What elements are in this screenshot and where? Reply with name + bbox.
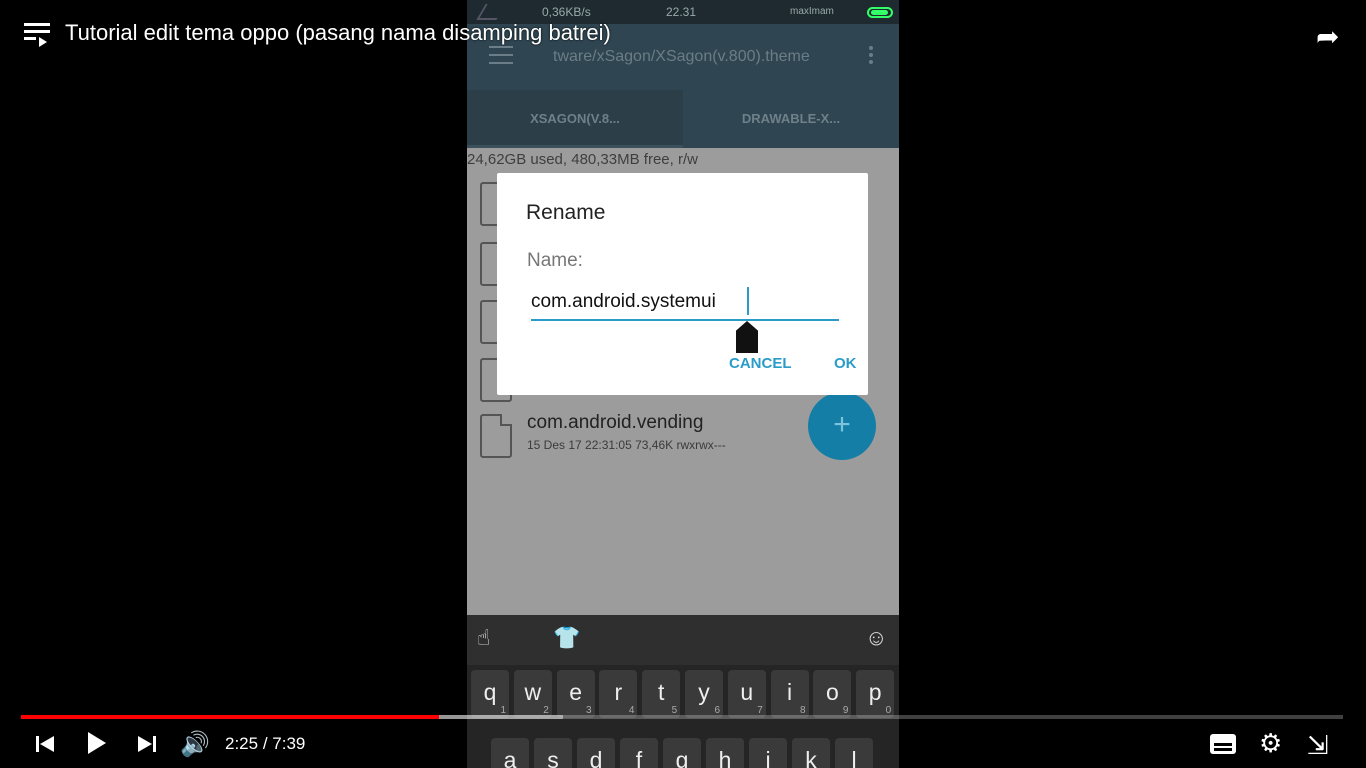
- dialog-title: Rename: [526, 201, 606, 224]
- share-icon[interactable]: ➦: [1316, 20, 1339, 53]
- key-label: p: [868, 679, 882, 705]
- menu-icon[interactable]: [489, 46, 513, 64]
- key-u[interactable]: u7: [727, 670, 766, 718]
- storage-info: 24,62GB used, 480,33MB free, r/w: [467, 151, 698, 168]
- tab-bar: XSAGON(V.8... DRAWABLE-X...: [467, 90, 899, 148]
- key-label: t: [657, 679, 665, 705]
- key-p[interactable]: p0: [856, 670, 895, 718]
- key-label: u: [740, 679, 754, 705]
- signal-icon: [476, 4, 506, 20]
- progress-bar[interactable]: [21, 715, 1343, 719]
- progress-played: [21, 715, 439, 719]
- path-title: tware/xSagon/XSagon(v.800).theme: [553, 48, 810, 65]
- key-label: r: [614, 679, 623, 705]
- tshirt-icon[interactable]: 👕: [553, 625, 580, 651]
- network-speed: 0,36KB/s: [542, 5, 591, 19]
- name-label: Name:: [527, 250, 583, 271]
- add-fab-button[interactable]: +: [808, 392, 876, 460]
- key-label: y: [698, 679, 710, 705]
- tab-xsagon[interactable]: XSAGON(V.8...: [467, 90, 683, 148]
- key-i[interactable]: i8: [770, 670, 809, 718]
- keyboard-toolbar: ☝ 👕 ☺: [467, 615, 899, 665]
- touchpal-logo-icon[interactable]: ☝: [477, 625, 490, 651]
- player-controls: 🔊 2:25 / 7:39 ⚙ ⇲: [0, 724, 1366, 768]
- file-icon: [480, 414, 512, 458]
- carrier-name: maxImam: [790, 6, 834, 17]
- battery-icon: [867, 7, 893, 18]
- more-vert-icon[interactable]: [869, 46, 875, 66]
- key-w[interactable]: w2: [513, 670, 552, 718]
- tab-indicator: [467, 145, 683, 148]
- gear-icon[interactable]: ⚙: [1259, 728, 1282, 759]
- exit-fullscreen-icon[interactable]: ⇲: [1307, 730, 1329, 761]
- emoji-icon[interactable]: ☺: [865, 625, 887, 651]
- key-t[interactable]: t5: [642, 670, 681, 718]
- cursor-handle[interactable]: [736, 321, 758, 353]
- key-e[interactable]: e3: [556, 670, 595, 718]
- skip-previous-icon[interactable]: [36, 734, 56, 754]
- key-label: e: [569, 679, 582, 705]
- volume-icon[interactable]: 🔊: [180, 730, 210, 759]
- key-label: q: [483, 679, 497, 705]
- name-input[interactable]: [531, 285, 839, 321]
- key-o[interactable]: o9: [813, 670, 852, 718]
- ok-button[interactable]: OK: [834, 355, 857, 372]
- key-q[interactable]: q1: [471, 670, 509, 718]
- time-current: 2:25: [225, 734, 259, 753]
- key-y[interactable]: y6: [685, 670, 723, 718]
- rename-dialog: Rename Name: CANCEL OK: [497, 173, 868, 395]
- time-display: 2:25 / 7:39: [225, 734, 306, 753]
- skip-next-icon[interactable]: [138, 734, 158, 754]
- key-label: i: [787, 679, 793, 705]
- text-cursor: [747, 287, 749, 315]
- key-r[interactable]: r4: [599, 670, 638, 718]
- playlist-icon[interactable]: [24, 23, 50, 47]
- play-icon[interactable]: [88, 732, 106, 754]
- video-title[interactable]: Tutorial edit tema oppo (pasang nama dis…: [65, 20, 611, 46]
- key-label: o: [825, 679, 839, 705]
- plus-icon: +: [833, 408, 851, 441]
- time-total: 7:39: [272, 734, 306, 753]
- status-time: 22.31: [666, 5, 697, 19]
- file-name[interactable]: com.android.vending: [527, 412, 703, 434]
- cancel-button[interactable]: CANCEL: [729, 355, 792, 372]
- video-frame: 0,36KB/s 22.31 maxImam tware/xSagon/XSag…: [467, 0, 899, 768]
- key-label: w: [524, 679, 542, 705]
- file-meta: 15 Des 17 22:31:05 73,46K rwxrwx---: [527, 438, 726, 452]
- tab-drawable[interactable]: DRAWABLE-X...: [683, 90, 899, 148]
- subtitles-icon[interactable]: [1210, 734, 1236, 754]
